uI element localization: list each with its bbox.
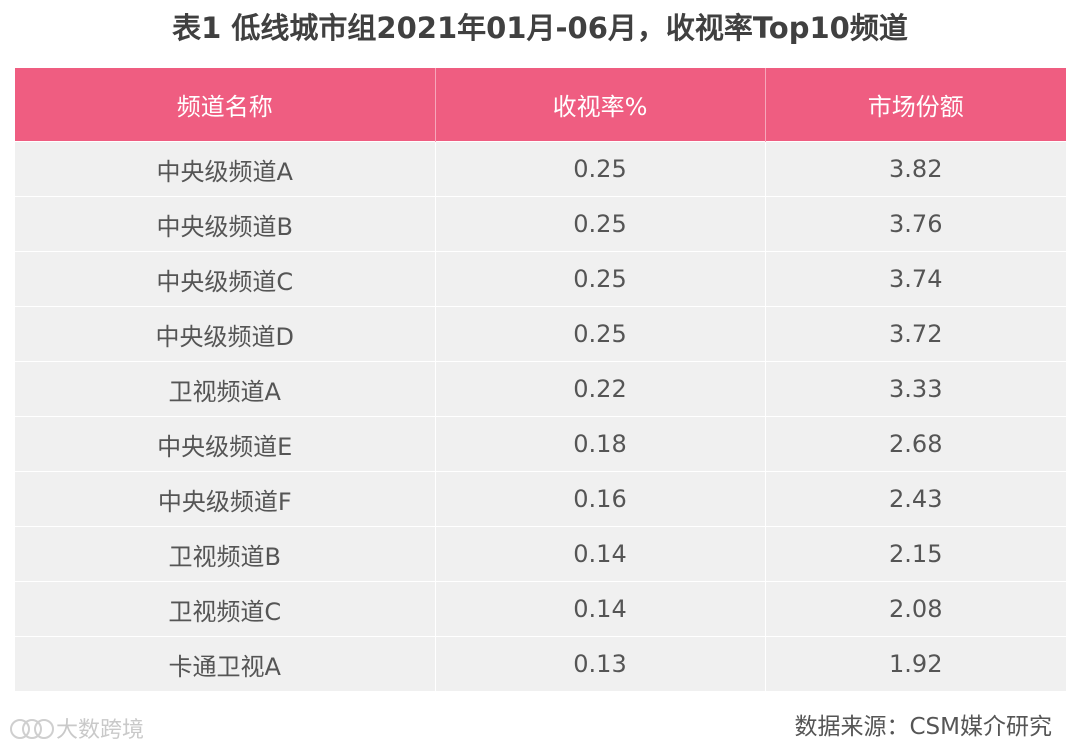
cell-rating: 0.14 <box>435 581 766 637</box>
cell-share: 2.68 <box>765 416 1066 472</box>
cell-rating: 0.25 <box>435 251 766 307</box>
watermark-text: 大数跨境 <box>56 718 145 743</box>
table-header-row: 频道名称 收视率% 市场份额 <box>15 68 1066 142</box>
cell-channel: 卫视频道B <box>15 526 436 582</box>
column-header-channel: 频道名称 <box>15 68 436 142</box>
table-title: 表1 低线城市组2021年01月-06月，收视率Top10频道 <box>172 11 908 45</box>
table-row: 卫视频道C 0.14 2.08 <box>15 581 1066 637</box>
cell-share: 1.92 <box>765 636 1066 691</box>
table-row: 中央级频道E 0.18 2.68 <box>15 416 1066 472</box>
table-row: 中央级频道F 0.16 2.43 <box>15 471 1066 527</box>
cell-share: 3.82 <box>765 141 1066 197</box>
cell-share: 3.72 <box>765 306 1066 362</box>
table-row: 卫视频道A 0.22 3.33 <box>15 361 1066 417</box>
cell-channel: 中央级频道A <box>15 141 436 197</box>
watermark-logo-icon <box>8 713 54 743</box>
watermark: 大数跨境 <box>8 712 144 744</box>
cell-rating: 0.25 <box>435 306 766 362</box>
table-row: 卫视频道B 0.14 2.15 <box>15 526 1066 582</box>
table-row: 中央级频道C 0.25 3.74 <box>15 251 1066 307</box>
cell-share: 2.43 <box>765 471 1066 527</box>
cell-channel: 中央级频道C <box>15 251 436 307</box>
table-row: 中央级频道D 0.25 3.72 <box>15 306 1066 362</box>
cell-share: 3.33 <box>765 361 1066 417</box>
column-header-rating: 收视率% <box>435 68 766 142</box>
cell-rating: 0.13 <box>435 636 766 691</box>
cell-channel: 中央级频道F <box>15 471 436 527</box>
column-header-share: 市场份额 <box>765 68 1066 142</box>
cell-channel: 中央级频道B <box>15 196 436 252</box>
table-row: 中央级频道B 0.25 3.76 <box>15 196 1066 252</box>
data-source: 数据来源：CSM媒介研究 <box>794 714 1052 740</box>
cell-channel: 卡通卫视A <box>15 636 436 691</box>
cell-channel: 卫视频道A <box>15 361 436 417</box>
table-row: 中央级频道A 0.25 3.82 <box>15 141 1066 197</box>
cell-rating: 0.14 <box>435 526 766 582</box>
table-row: 卡通卫视A 0.13 1.92 <box>15 636 1066 691</box>
cell-rating: 0.22 <box>435 361 766 417</box>
cell-channel: 中央级频道E <box>15 416 436 472</box>
data-table: 频道名称 收视率% 市场份额 中央级频道A 0.25 3.82 中央级频道B 0… <box>15 68 1066 691</box>
cell-channel: 卫视频道C <box>15 581 436 637</box>
cell-share: 2.15 <box>765 526 1066 582</box>
cell-share: 3.76 <box>765 196 1066 252</box>
cell-rating: 0.18 <box>435 416 766 472</box>
cell-rating: 0.16 <box>435 471 766 527</box>
cell-rating: 0.25 <box>435 196 766 252</box>
cell-rating: 0.25 <box>435 141 766 197</box>
cell-share: 2.08 <box>765 581 1066 637</box>
cell-share: 3.74 <box>765 251 1066 307</box>
cell-channel: 中央级频道D <box>15 306 436 362</box>
